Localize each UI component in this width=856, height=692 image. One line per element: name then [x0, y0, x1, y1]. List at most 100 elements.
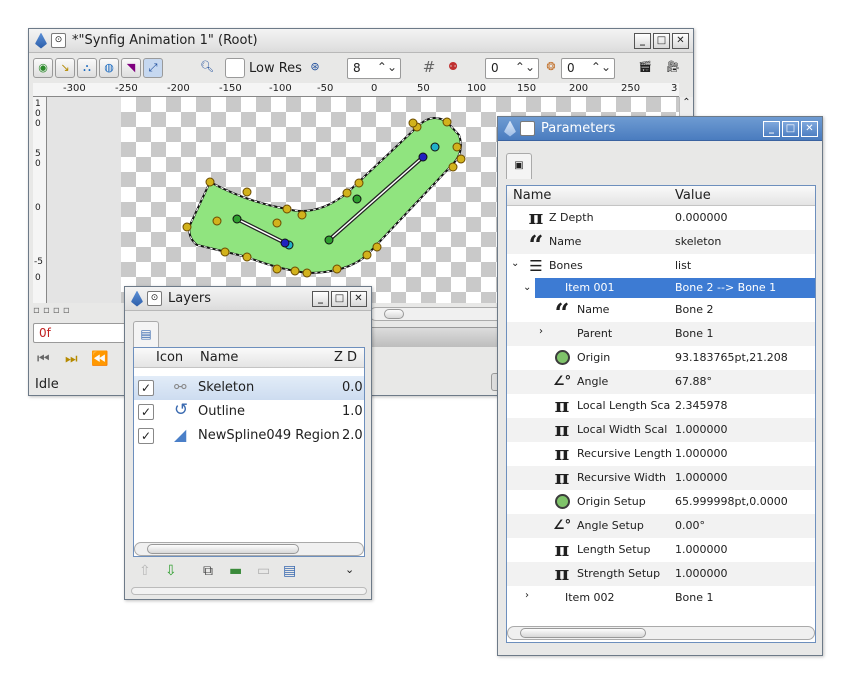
parameters-horizontal-scrollbar[interactable]	[507, 626, 815, 640]
pi-icon: π	[554, 561, 570, 585]
pin-icon[interactable]: ⊙	[51, 33, 66, 48]
synfig-logo-icon	[35, 32, 47, 49]
toggle-tangent-button[interactable]: ↘	[55, 58, 75, 78]
synfig-logo-icon	[504, 120, 516, 137]
pin-icon[interactable]: ⊙	[147, 291, 162, 306]
minimize-button[interactable]: _	[634, 33, 651, 49]
toggle-radius-button[interactable]: ⛬	[77, 58, 97, 78]
minimize-button[interactable]: _	[312, 291, 329, 307]
param-row[interactable]: π Recursive Length 1.000000	[507, 442, 815, 466]
expand-arrow-icon[interactable]: ›	[525, 590, 529, 601]
layer-visible-checkbox[interactable]: ✓	[138, 380, 154, 396]
spin-arrows-icon[interactable]: ⌃⌄	[377, 60, 397, 74]
current-time-field[interactable]: 0f	[33, 323, 129, 343]
more-options-chevron-icon[interactable]: ⌄	[345, 563, 354, 576]
layer-row[interactable]: ✓ ↺ Outline 1.0	[134, 400, 364, 424]
close-button[interactable]: ✕	[672, 33, 689, 49]
group-layer-icon[interactable]: ⧉	[203, 563, 213, 579]
layers-tab[interactable]: ▤	[133, 321, 159, 347]
collapse-arrow-icon[interactable]: ⌄	[523, 282, 531, 293]
seek-prev-frame-icon[interactable]: ⏪	[91, 351, 108, 367]
name-column-header[interactable]: Name	[513, 188, 551, 203]
pi-icon: π	[554, 393, 570, 417]
seek-begin-icon[interactable]: ⏮	[37, 351, 50, 367]
param-row[interactable]: › Parent Bone 1	[507, 322, 815, 346]
toggle-angle-button[interactable]: ◥	[121, 58, 141, 78]
grid-toggle-button[interactable]: #	[419, 58, 439, 78]
param-row[interactable]: π Length Setup 1.000000	[507, 538, 815, 562]
minimize-button[interactable]: _	[763, 121, 780, 137]
pin-icon[interactable]: ⊙	[520, 121, 535, 136]
layer-visible-checkbox[interactable]: ✓	[138, 404, 154, 420]
raise-layer-icon[interactable]: ⇧	[139, 563, 151, 579]
maximize-button[interactable]: □	[653, 33, 670, 49]
render-icon[interactable]: ⊛	[305, 58, 325, 78]
onion-past-field[interactable]: 0 ⌃⌄	[485, 58, 539, 79]
layer-name: NewSpline049 Region	[198, 428, 340, 443]
param-row[interactable]: “ Name skeleton	[507, 230, 815, 259]
maximize-button[interactable]: □	[331, 291, 348, 307]
list-icon: ☰	[529, 257, 543, 275]
param-row[interactable]: π Local Length Sca 2.345978	[507, 394, 815, 418]
param-row[interactable]: π Strength Setup 1.000000	[507, 562, 815, 586]
layer-visible-checkbox[interactable]: ✓	[138, 428, 154, 444]
param-row[interactable]: π Z Depth 0.000000	[507, 206, 815, 230]
param-row[interactable]: ⌄ ☰ Bones list	[507, 254, 815, 278]
param-row[interactable]: “ Name Bone 2	[507, 298, 815, 329]
low-res-checkbox[interactable]	[225, 58, 245, 78]
canvas-hscroll-thumb[interactable]	[384, 309, 404, 319]
parameters-hscroll-thumb[interactable]	[520, 628, 646, 638]
pixel-size-field[interactable]: 8 ⌃⌄	[347, 58, 401, 79]
layers-horizontal-scrollbar[interactable]	[134, 542, 364, 556]
param-row[interactable]: ⌄ Item 001 Bone 2 --> Bone 1	[523, 278, 815, 298]
spin-arrows-icon[interactable]: ⌃⌄	[591, 60, 611, 74]
render-clapper-icon[interactable]: 🎬︎	[635, 58, 655, 78]
value-column-header[interactable]: Value	[675, 188, 711, 203]
param-row[interactable]: Origin Setup 65.999998pt,0.0000	[507, 490, 815, 514]
layers-actions-bar: ⇧ ⇩ ⧉ ▬ ▭ ▤ ⌄	[133, 559, 365, 585]
snap-toggle-button[interactable]: ⚉	[443, 58, 463, 78]
close-button[interactable]: ✕	[801, 121, 818, 137]
preview-render-button[interactable]: 🔍︎	[197, 58, 217, 78]
onion-future-field[interactable]: 0 ⌃⌄	[561, 58, 615, 79]
duplicate-layer-icon[interactable]: ▭	[257, 563, 270, 579]
param-row[interactable]: ∠° Angle Setup 0.00°	[507, 514, 815, 538]
angle-icon: ∠°	[553, 518, 572, 533]
onion-skin-icon[interactable]: ❂	[541, 58, 561, 78]
save-layer-icon[interactable]: ▤	[283, 563, 296, 579]
layer-name: Skeleton	[198, 380, 255, 395]
param-row[interactable]: › Item 002 Bone 1	[507, 586, 815, 610]
folder-icon[interactable]: ▬	[229, 563, 242, 579]
horizontal-ruler[interactable]: -300 -250 -200 -150 -100 -50 0 50 100 15…	[33, 83, 679, 97]
param-row[interactable]: π Local Width Scal 1.000000	[507, 418, 815, 442]
preview-camera-icon[interactable]: 🎥︎	[663, 58, 683, 78]
spin-arrows-icon[interactable]: ⌃⌄	[515, 60, 535, 74]
parameters-titlebar[interactable]: ⊙ Parameters _ □ ✕	[498, 117, 822, 141]
layer-row[interactable]: ✓ ◢ NewSpline049 Region 2.0	[134, 424, 364, 448]
vertical-ruler[interactable]: 1 0 0 5 0 0 -5 0	[33, 97, 47, 303]
toggle-bone-button[interactable]: ⤢	[143, 58, 163, 78]
expand-arrow-icon[interactable]: ›	[539, 326, 543, 337]
maximize-button[interactable]: □	[782, 121, 799, 137]
layer-row[interactable]: ✓ ⚯ Skeleton 0.0	[134, 376, 364, 400]
pi-icon: π	[528, 205, 544, 229]
param-row[interactable]: Origin 93.183765pt,21.208	[507, 346, 815, 370]
layers-titlebar[interactable]: ⊙ Layers _ □ ✕	[125, 287, 371, 311]
toggle-handles-button[interactable]: ◉	[33, 58, 53, 78]
name-column-header[interactable]: Name	[200, 350, 238, 365]
quote-icon: “	[554, 299, 570, 329]
canvas-titlebar[interactable]: ⊙ *"Synfig Animation 1" (Root) _ □ ✕	[29, 29, 693, 53]
lower-layer-icon[interactable]: ⇩	[165, 563, 177, 579]
param-row[interactable]: ∠° Angle 67.88°	[507, 370, 815, 394]
close-button[interactable]: ✕	[350, 291, 367, 307]
z-column-header[interactable]: Z D	[334, 350, 357, 365]
param-row[interactable]: π Recursive Width 1.000000	[507, 466, 815, 490]
seek-prev-keyframe-icon[interactable]: ⏭	[65, 351, 78, 367]
collapse-arrow-icon[interactable]: ⌄	[511, 258, 519, 269]
layers-list: Icon Name Z D ✓ ⚯ Skeleton 0.0 ✓ ↺ Outli…	[133, 347, 365, 557]
toggle-width-button[interactable]: ◍	[99, 58, 119, 78]
parameters-tab[interactable]: ▣	[506, 153, 532, 179]
icon-column-header[interactable]: Icon	[156, 350, 183, 365]
low-res-label: Low Res	[249, 61, 302, 76]
layers-hscroll-thumb[interactable]	[147, 544, 299, 554]
